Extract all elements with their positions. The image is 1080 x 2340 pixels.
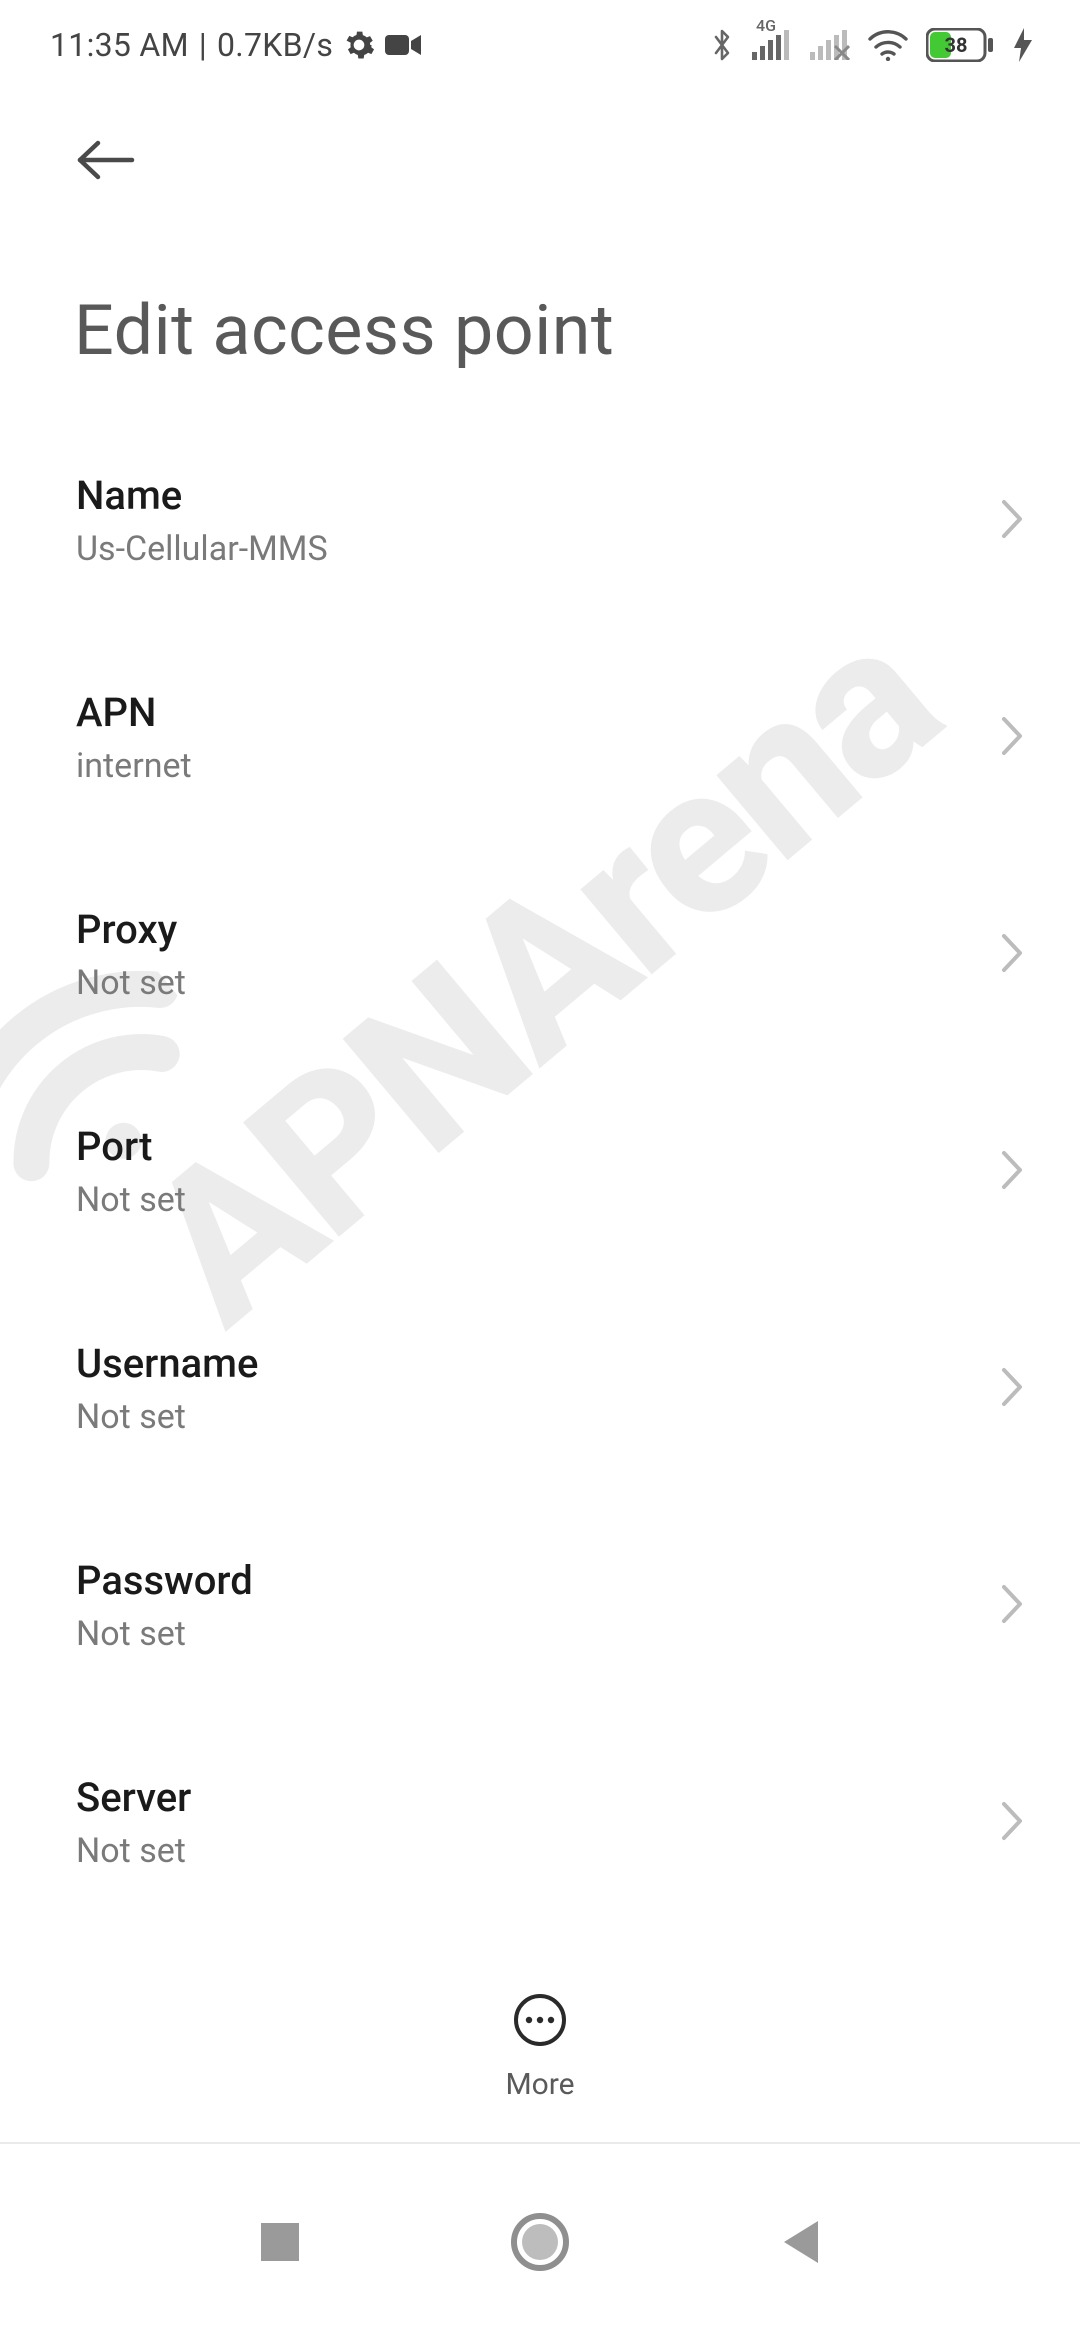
more-horizontal-icon — [513, 1993, 567, 2047]
signal-sim1-icon: 4G — [752, 30, 792, 60]
action-bar: More — [0, 1952, 1080, 2142]
status-bar: 11:35 AM | 0.7KB/s 4G 38 — [0, 0, 1080, 90]
setting-text: Port Not set — [76, 1123, 186, 1220]
triangle-left-icon — [778, 2217, 822, 2267]
setting-title: Port — [76, 1123, 186, 1170]
more-button[interactable]: More — [505, 1993, 574, 2102]
navigation-bar — [0, 2142, 1080, 2340]
header — [0, 90, 1080, 210]
chevron-right-icon — [998, 1147, 1026, 1197]
more-label: More — [505, 2067, 574, 2102]
gear-icon — [343, 29, 375, 61]
chevron-right-icon — [998, 1581, 1026, 1631]
status-bar-left: 11:35 AM | 0.7KB/s — [50, 26, 421, 64]
chevron-right-icon — [998, 1798, 1026, 1848]
setting-text: Server Not set — [76, 1774, 191, 1871]
setting-title: Server — [76, 1774, 191, 1821]
setting-item-username[interactable]: Username Not set — [0, 1280, 1080, 1497]
setting-value: Us-Cellular-MMS — [76, 529, 328, 569]
setting-item-proxy[interactable]: Proxy Not set — [0, 846, 1080, 1063]
setting-value: Not set — [76, 1397, 258, 1437]
chevron-right-icon — [998, 1364, 1026, 1414]
charging-bolt-icon — [1014, 28, 1032, 62]
battery-percent-text: 38 — [945, 33, 968, 57]
setting-text: Password Not set — [76, 1557, 253, 1654]
setting-title: Name — [76, 472, 328, 519]
status-separator: | — [199, 26, 207, 64]
setting-title: APN — [76, 689, 192, 736]
setting-title: Password — [76, 1557, 253, 1604]
nav-back-button[interactable] — [740, 2182, 860, 2302]
back-button[interactable] — [74, 120, 154, 200]
nav-home-button[interactable] — [480, 2182, 600, 2302]
signal-sim2-icon — [810, 30, 850, 60]
network-type-label: 4G — [756, 16, 776, 35]
nav-recent-button[interactable] — [220, 2182, 340, 2302]
setting-item-name[interactable]: Name Us-Cellular-MMS — [0, 412, 1080, 629]
wifi-icon — [868, 29, 908, 61]
video-camera-icon — [385, 33, 421, 57]
setting-item-apn[interactable]: APN internet — [0, 629, 1080, 846]
setting-item-password[interactable]: Password Not set — [0, 1497, 1080, 1714]
chevron-right-icon — [998, 496, 1026, 546]
setting-value: Not set — [76, 1180, 186, 1220]
setting-text: Proxy Not set — [76, 906, 186, 1003]
setting-title: Proxy — [76, 906, 186, 953]
content: Edit access point APNArena NameUs-Cellul… — [0, 90, 1080, 1952]
setting-value: Not set — [76, 963, 186, 1003]
setting-text: Username Not set — [76, 1340, 258, 1437]
setting-value: Not set — [76, 1831, 191, 1871]
setting-text: Name Us-Cellular-MMS — [76, 472, 328, 569]
status-net-speed: 0.7KB/s — [217, 26, 333, 64]
setting-item-port[interactable]: Port Not set — [0, 1063, 1080, 1280]
setting-item-mmsc[interactable]: MMSChttp://10.16.18.4:38090/was — [0, 1931, 1080, 1952]
page-title: Edit access point — [0, 210, 1080, 412]
setting-item-server[interactable]: Server Not set — [0, 1714, 1080, 1931]
settings-list: Name Us-Cellular-MMS APN internet Proxy Not s… — [0, 412, 1080, 1952]
bluetooth-icon — [710, 26, 734, 64]
square-icon — [257, 2219, 303, 2265]
setting-text: APN internet — [76, 689, 192, 786]
setting-value: Not set — [76, 1614, 253, 1654]
setting-value: internet — [76, 746, 192, 786]
chevron-right-icon — [998, 713, 1026, 763]
chevron-right-icon — [998, 930, 1026, 980]
circle-icon — [510, 2212, 570, 2272]
arrow-left-icon — [74, 139, 136, 181]
status-bar-right: 4G 38 — [710, 26, 1032, 64]
setting-title: Username — [76, 1340, 258, 1387]
battery-indicator: 38 — [926, 28, 996, 62]
status-time: 11:35 AM — [50, 26, 189, 64]
